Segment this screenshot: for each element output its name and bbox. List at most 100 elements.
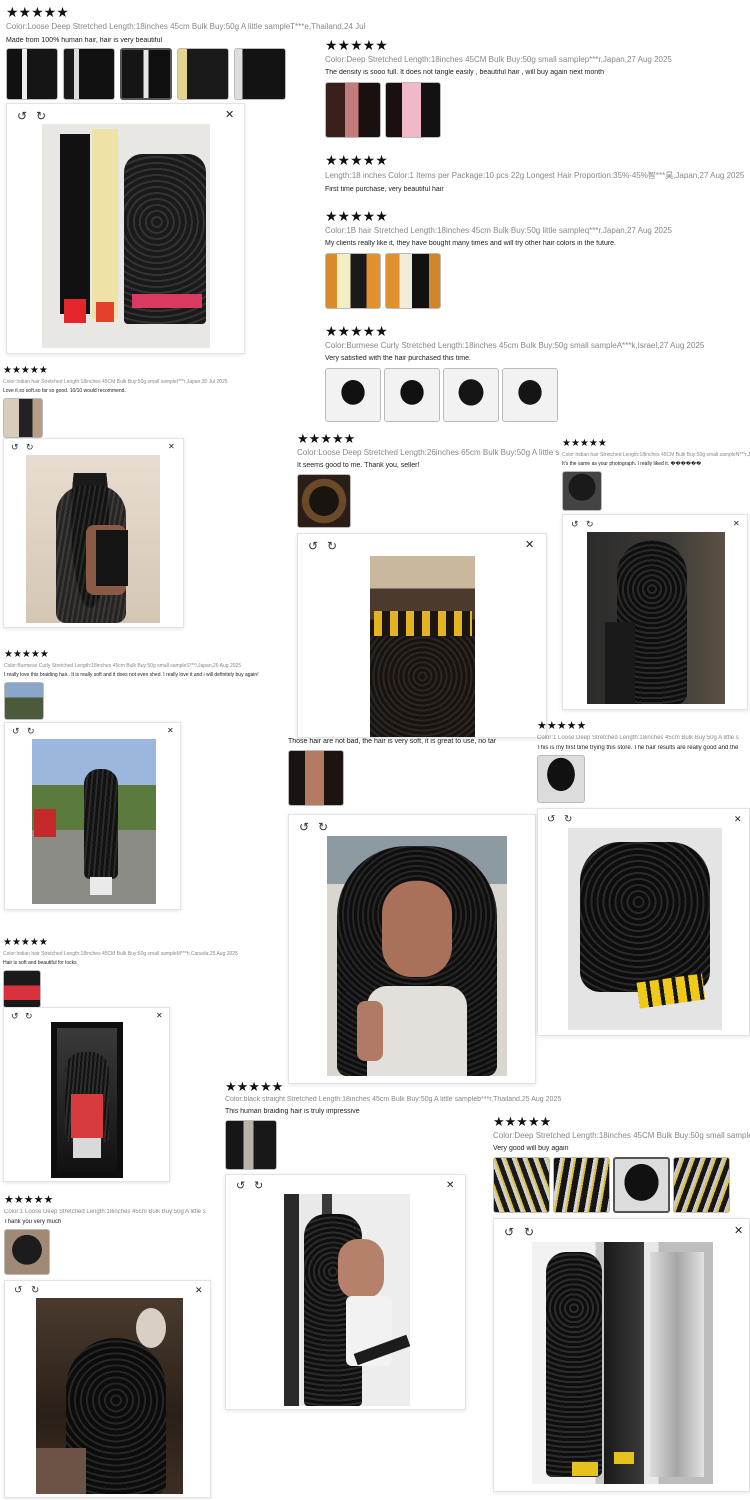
close-icon[interactable]: ✕ — [225, 110, 234, 121]
rotate-left-icon[interactable]: ↺ — [11, 1012, 19, 1021]
review-comment: My clients really like it, they have bou… — [325, 240, 617, 247]
review-thumbnail[interactable] — [6, 48, 58, 100]
rotate-right-icon[interactable]: ↻ — [26, 443, 34, 452]
review-sku-info: Color:1B hair Stretched Length:18inches … — [325, 226, 672, 235]
review-comment: The density is sooo full. It does not ta… — [325, 69, 604, 76]
review-comment: Thank you very much — [4, 1219, 62, 1225]
rotate-left-icon[interactable]: ↺ — [571, 520, 579, 529]
review-thumbnail[interactable] — [443, 368, 499, 422]
star-rating: ★★★★★ — [297, 431, 356, 446]
star-rating: ★★★★★ — [4, 649, 49, 660]
rotate-right-icon[interactable]: ↻ — [318, 821, 328, 833]
review-comment: Very satisfied with the hair purchased t… — [325, 355, 471, 362]
review-thumbnail[interactable] — [325, 82, 381, 138]
rotate-right-icon[interactable]: ↻ — [524, 1226, 534, 1238]
close-icon[interactable]: ✕ — [168, 443, 175, 451]
rotate-left-icon[interactable]: ↺ — [11, 443, 19, 452]
review-photo — [36, 1298, 183, 1494]
close-icon[interactable]: ✕ — [195, 1286, 203, 1295]
review-item: ★★★★★ Color:Deep Stretched Length:18inch… — [325, 38, 750, 138]
image-viewer: ↺ ↻ ✕ — [225, 1174, 466, 1410]
review-photo — [568, 828, 722, 1030]
close-icon[interactable]: ✕ — [156, 1012, 163, 1020]
review-item: ★★★★★ Length:18 inches Color:1 Items per… — [325, 153, 750, 193]
review-thumbnail[interactable] — [4, 682, 44, 720]
star-rating: ★★★★★ — [4, 1194, 54, 1206]
review-thumbnails — [288, 750, 513, 806]
review-thumbnail[interactable] — [385, 82, 441, 138]
rotate-left-icon[interactable]: ↺ — [299, 821, 309, 833]
review-thumbnail[interactable] — [3, 398, 43, 438]
rotate-right-icon[interactable]: ↻ — [586, 520, 594, 529]
star-rating: ★★★★★ — [562, 438, 607, 449]
review-thumbnail[interactable] — [325, 253, 381, 309]
review-sku-info: Color:Burmese Curly Stretched Length:18i… — [325, 341, 705, 350]
review-comment: This human braiding hair is truly impres… — [225, 1108, 360, 1115]
rotate-left-icon[interactable]: ↺ — [17, 110, 27, 122]
review-thumbnail[interactable] — [673, 1157, 730, 1213]
review-thumbnail[interactable] — [288, 750, 344, 806]
close-icon[interactable]: ✕ — [446, 1181, 454, 1191]
rotate-right-icon[interactable]: ↻ — [27, 727, 35, 736]
rotate-right-icon[interactable]: ↻ — [327, 540, 337, 552]
review-thumbnail[interactable] — [120, 48, 172, 100]
review-thumbnail[interactable] — [384, 368, 440, 422]
review-thumbnail[interactable] — [613, 1157, 670, 1213]
review-comment: I really love this braiding hair.. It is… — [4, 672, 259, 678]
rotate-right-icon[interactable]: ↻ — [36, 110, 46, 122]
close-icon[interactable]: ✕ — [734, 1226, 743, 1237]
review-thumbnails — [6, 48, 316, 100]
review-thumbnail[interactable] — [177, 48, 229, 100]
review-thumbnail[interactable] — [63, 48, 115, 100]
review-sku-info: Color:Deep Stretched Length:18inches 45C… — [493, 1131, 750, 1140]
review-sku-info: Color:1 Loose Deep Stretched Length:18in… — [4, 1209, 206, 1215]
review-thumbnails — [3, 970, 283, 1008]
review-thumbnail[interactable] — [502, 368, 558, 422]
review-item: ★★★★★ Color:Indian hair Stretched Length… — [3, 938, 283, 1008]
review-item: ★★★★★ Color:1B hair Stretched Length:18i… — [325, 209, 750, 309]
review-photo — [26, 455, 160, 623]
rotate-right-icon[interactable]: ↻ — [564, 815, 572, 825]
rotate-left-icon[interactable]: ↺ — [504, 1226, 514, 1238]
review-item: ★★★★★ Color:1 Loose Deep Stretched Lengt… — [4, 1195, 224, 1275]
review-thumbnail[interactable] — [537, 755, 585, 803]
star-rating: ★★★★★ — [6, 4, 69, 20]
review-thumbnails — [537, 755, 750, 803]
review-photo — [327, 836, 507, 1076]
image-viewer: ↺ ↻ ✕ — [4, 722, 181, 910]
review-item: ★★★★★ Color:Loose Deep Stretched Length:… — [297, 432, 559, 528]
close-icon[interactable]: ✕ — [734, 815, 742, 824]
review-thumbnail[interactable] — [493, 1157, 550, 1213]
review-thumbnail[interactable] — [4, 1229, 50, 1275]
review-thumbnail[interactable] — [385, 253, 441, 309]
review-photo — [284, 1194, 410, 1406]
rotate-right-icon[interactable]: ↻ — [25, 1012, 33, 1021]
rotate-left-icon[interactable]: ↺ — [236, 1181, 245, 1192]
image-viewer: ↺ ↻ ✕ — [493, 1218, 750, 1492]
review-thumbnail[interactable] — [325, 368, 381, 422]
close-icon[interactable]: ✕ — [525, 540, 534, 551]
close-icon[interactable]: ✕ — [167, 727, 174, 735]
rotate-right-icon[interactable]: ↻ — [31, 1286, 39, 1296]
review-sku-info: Color:Loose Deep Stretched Length:18inch… — [6, 22, 366, 31]
review-thumbnail[interactable] — [562, 471, 602, 511]
review-photo — [532, 1242, 713, 1484]
close-icon[interactable]: ✕ — [733, 520, 740, 528]
review-thumbnail[interactable] — [225, 1120, 277, 1170]
review-comment: This is my first time trying this store.… — [537, 745, 739, 751]
review-thumbnail[interactable] — [234, 48, 286, 100]
review-thumbnail[interactable] — [3, 970, 41, 1008]
rotate-left-icon[interactable]: ↺ — [12, 727, 20, 736]
rotate-left-icon[interactable]: ↺ — [308, 540, 318, 552]
review-item: ★★★★★ Color:Deep Stretched Length:18inch… — [493, 1115, 750, 1213]
review-thumbnail[interactable] — [297, 474, 351, 528]
review-thumbnail[interactable] — [553, 1157, 610, 1213]
review-sku-info: Color:Indian hair Stretched Length:18inc… — [562, 452, 750, 458]
rotate-right-icon[interactable]: ↻ — [254, 1181, 263, 1192]
star-rating: ★★★★★ — [537, 720, 587, 732]
star-rating: ★★★★★ — [325, 152, 388, 168]
rotate-left-icon[interactable]: ↺ — [14, 1286, 22, 1296]
rotate-left-icon[interactable]: ↺ — [547, 815, 555, 825]
review-photo — [370, 556, 475, 737]
review-thumbnails — [325, 82, 750, 138]
